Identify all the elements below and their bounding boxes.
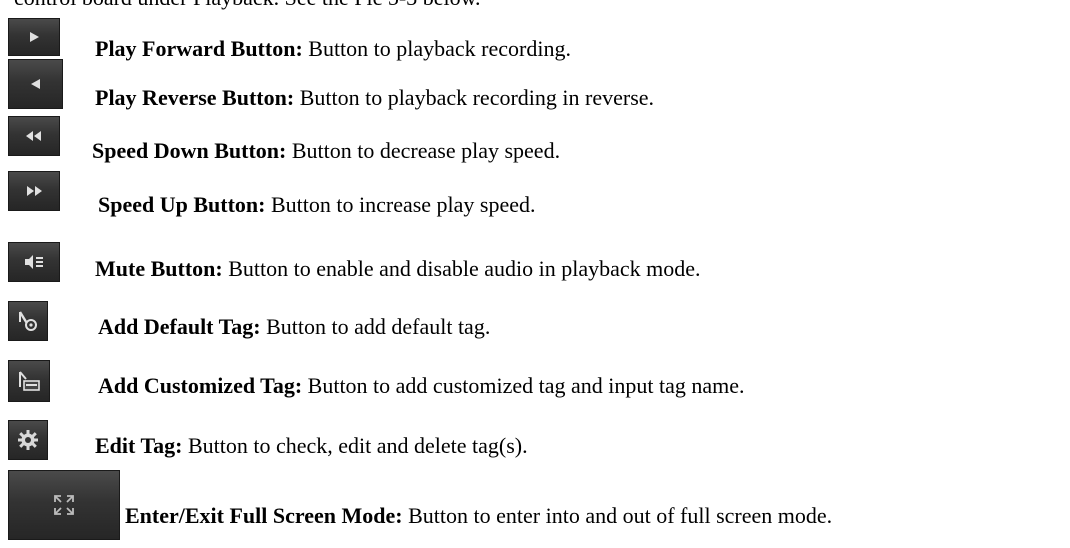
intro-text: control board under Playback. See the Pi… bbox=[14, 0, 481, 9]
play-reverse-icon bbox=[8, 59, 63, 109]
fullscreen-icon bbox=[8, 470, 120, 540]
item-description: Button to increase play speed. bbox=[265, 192, 536, 217]
item-term: Mute Button: bbox=[95, 256, 223, 281]
speed-up-icon bbox=[8, 171, 60, 211]
item-term: Play Forward Button: bbox=[95, 36, 303, 61]
item-description: Button to decrease play speed. bbox=[286, 138, 561, 163]
mute-icon bbox=[8, 242, 60, 282]
list-item: Speed Down Button: Button to decrease pl… bbox=[92, 138, 560, 164]
document-page: { "intro_fragment": "control board under… bbox=[0, 0, 1070, 548]
item-term: Edit Tag: bbox=[95, 433, 183, 458]
list-item: Enter/Exit Full Screen Mode: Button to e… bbox=[125, 503, 832, 529]
item-term: Add Default Tag: bbox=[98, 314, 261, 339]
item-description: Button to add customized tag and input t… bbox=[302, 373, 745, 398]
list-item: Play Reverse Button: Button to playback … bbox=[95, 85, 654, 111]
add-default-tag-icon bbox=[8, 301, 48, 341]
item-description: Button to enable and disable audio in pl… bbox=[222, 256, 701, 281]
list-item: Play Forward Button: Button to playback … bbox=[95, 36, 571, 62]
item-description: Button to playback recording in reverse. bbox=[294, 85, 655, 110]
list-item: Add Default Tag: Button to add default t… bbox=[98, 314, 490, 340]
list-item: Edit Tag: Button to check, edit and dele… bbox=[95, 433, 528, 459]
item-description: Button to enter into and out of full scr… bbox=[402, 503, 833, 528]
item-description: Button to add default tag. bbox=[260, 314, 491, 339]
add-customized-tag-icon bbox=[8, 360, 50, 402]
item-term: Play Reverse Button: bbox=[95, 85, 295, 110]
item-term: Add Customized Tag: bbox=[98, 373, 303, 398]
list-item: Speed Up Button: Button to increase play… bbox=[98, 192, 536, 218]
edit-tag-icon bbox=[8, 420, 48, 460]
item-term: Enter/Exit Full Screen Mode: bbox=[125, 503, 403, 528]
play-forward-icon bbox=[8, 18, 60, 56]
item-term: Speed Up Button: bbox=[98, 192, 266, 217]
speed-down-icon bbox=[8, 116, 60, 156]
list-item: Add Customized Tag: Button to add custom… bbox=[98, 373, 745, 399]
item-term: Speed Down Button: bbox=[92, 138, 287, 163]
item-description: Button to check, edit and delete tag(s). bbox=[182, 433, 528, 458]
item-description: Button to playback recording. bbox=[302, 36, 571, 61]
list-item: Mute Button: Button to enable and disabl… bbox=[95, 256, 701, 282]
